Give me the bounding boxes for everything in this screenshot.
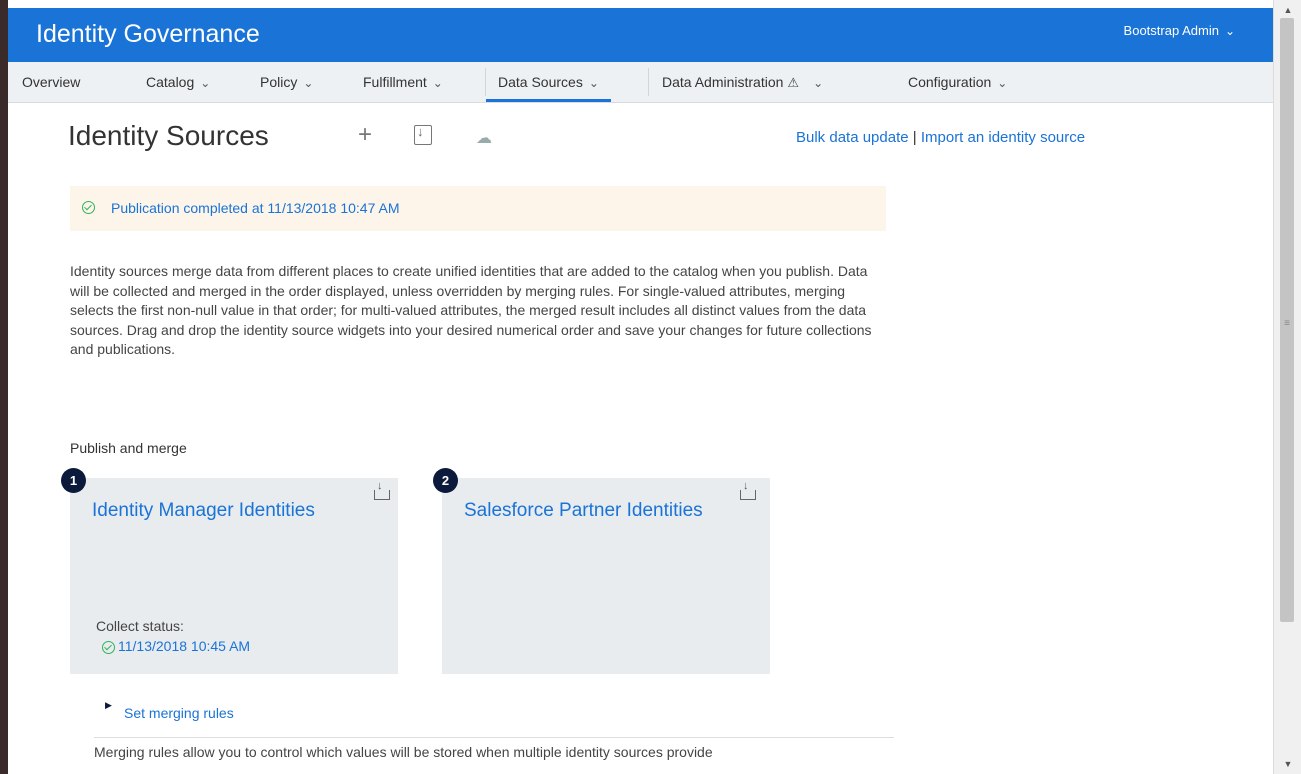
expand-caret-icon[interactable]: ▶	[105, 700, 112, 711]
chevron-down-icon: ⌄	[813, 76, 824, 90]
nav-item-label: Data Sources	[498, 74, 583, 90]
publication-status-banner: Publication completed at 11/13/2018 10:4…	[70, 186, 886, 231]
chevron-down-icon: ⌄	[303, 76, 314, 90]
page-title: Identity Sources	[68, 120, 269, 151]
collect-status-value: 11/13/2018 10:45 AM	[102, 638, 250, 654]
link-separator: |	[912, 129, 917, 146]
bulk-data-update-link[interactable]: Bulk data update	[796, 129, 909, 146]
scroll-up-icon[interactable]: ▲	[1274, 2, 1301, 18]
identity-source-card[interactable]: 2 Salesforce Partner Identities ↓	[433, 468, 770, 674]
check-circle-icon	[102, 640, 115, 654]
app-header: Identity Governance Bootstrap Admin ⌄	[8, 8, 1273, 62]
nav-item-label: Overview	[22, 74, 81, 90]
order-badge: 2	[433, 468, 458, 493]
order-badge: 1	[61, 468, 86, 493]
top-links: Bulk data update | Import an identity so…	[796, 129, 1085, 146]
nav-item-catalog[interactable]: Catalog ⌄	[146, 62, 210, 102]
vertical-scrollbar[interactable]: ▲ ≡ ▼	[1273, 0, 1301, 774]
divider	[94, 737, 894, 738]
warning-icon: ⚠	[787, 75, 800, 90]
download-icon[interactable]: ↓	[740, 480, 756, 500]
set-merging-rules-link[interactable]: Set merging rules	[124, 705, 234, 721]
description-text: Identity sources merge data from differe…	[70, 263, 872, 357]
section-label: Publish and merge	[70, 440, 187, 456]
chevron-down-icon: ⌄	[432, 76, 443, 90]
nav-item-policy[interactable]: Policy ⌄	[260, 62, 313, 102]
nav-item-data-sources[interactable]: Data Sources ⌄	[486, 62, 611, 102]
collect-status-timestamp: 11/13/2018 10:45 AM	[118, 638, 251, 654]
merging-description: Merging rules allow you to control which…	[94, 744, 713, 760]
import-icon[interactable]: ↓	[414, 124, 432, 145]
nav-item-label: Configuration	[908, 74, 992, 90]
nav-item-fulfillment[interactable]: Fulfillment ⌄	[363, 62, 443, 102]
import-identity-source-link[interactable]: Import an identity source	[921, 129, 1085, 146]
nav-item-label: Catalog	[146, 74, 195, 90]
scroll-down-icon[interactable]: ▼	[1274, 756, 1301, 772]
app-title: Identity Governance	[36, 20, 260, 48]
grip-icon: ≡	[1284, 318, 1290, 329]
identity-source-card[interactable]: 1 Identity Manager Identities ↓ Collect …	[61, 468, 398, 674]
banner-text: Publication completed at 11/13/2018 10:4…	[111, 200, 400, 216]
card-title-link[interactable]: Salesforce Partner Identities	[464, 500, 703, 522]
check-circle-icon	[82, 201, 95, 214]
download-icon[interactable]: ↓	[374, 480, 390, 500]
user-menu[interactable]: Bootstrap Admin ⌄	[1124, 23, 1235, 38]
main-nav: Overview Catalog ⌄ Policy ⌄ Fulfillment ⌄ D…	[8, 62, 1273, 103]
nav-item-overview[interactable]: Overview	[22, 62, 80, 102]
nav-divider	[648, 68, 649, 96]
card-title-link[interactable]: Identity Manager Identities	[92, 500, 315, 522]
browser-viewport: Identity Governance Bootstrap Admin ⌄ Ove…	[8, 0, 1273, 774]
chevron-down-icon: ⌄	[1224, 24, 1235, 38]
nav-item-label: Data Administration	[662, 74, 784, 90]
collect-status-label: Collect status:	[96, 618, 184, 634]
chevron-down-icon: ⌄	[997, 76, 1008, 90]
nav-item-configuration[interactable]: Configuration ⌄	[908, 62, 1007, 102]
chevron-down-icon: ⌄	[200, 76, 211, 90]
nav-item-label: Fulfillment	[363, 74, 427, 90]
add-icon[interactable]: +	[358, 123, 372, 147]
cloud-upload-icon[interactable]: ☁	[476, 127, 492, 151]
scroll-thumb[interactable]: ≡	[1280, 18, 1294, 622]
user-name: Bootstrap Admin	[1123, 23, 1219, 38]
chevron-down-icon: ⌄	[588, 76, 599, 90]
nav-item-label: Policy	[260, 74, 298, 90]
nav-item-data-administration[interactable]: Data Administration ⚠ ⌄	[662, 62, 823, 102]
